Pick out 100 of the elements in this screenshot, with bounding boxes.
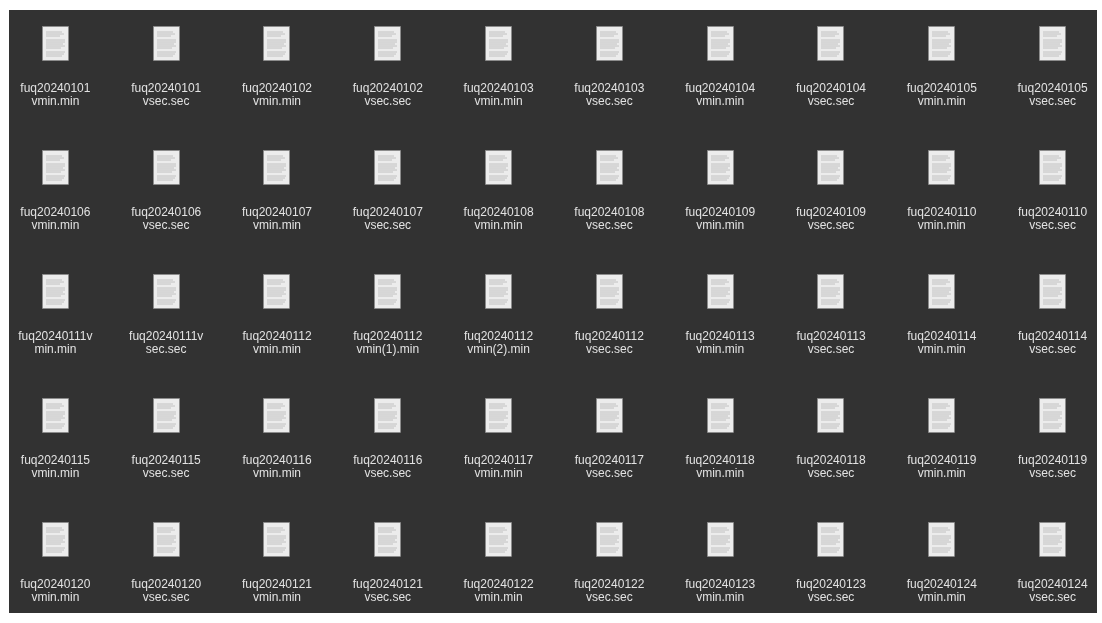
file-name[interactable]: fuq20240112 vmin.min: [242, 330, 312, 356]
file-name[interactable]: fuq20240107 vsec.sec: [352, 206, 423, 232]
file-name[interactable]: fuq20240112 vmin(1).min: [353, 330, 423, 356]
file-name[interactable]: fuq20240114 vmin.min: [907, 330, 977, 356]
document-icon: [485, 150, 513, 185]
file-name[interactable]: fuq20240106 vsec.sec: [131, 206, 202, 232]
file-name[interactable]: fuq20240115 vsec.sec: [131, 454, 201, 480]
file-name[interactable]: fuq20240116 vsec.sec: [353, 454, 423, 480]
document-icon: [817, 150, 845, 185]
document-icon: [152, 150, 180, 185]
file-name[interactable]: fuq20240116 vmin.min: [242, 454, 312, 480]
document-icon: [928, 522, 956, 557]
document-icon: [41, 398, 69, 433]
document-icon: [595, 274, 623, 309]
document-icon: [41, 522, 69, 557]
file-name[interactable]: fuq20240123 vmin.min: [685, 578, 756, 604]
file-name[interactable]: fuq20240119 vsec.sec: [1017, 454, 1088, 480]
document-icon: [41, 274, 69, 309]
file-name[interactable]: fuq20240120 vsec.sec: [131, 578, 202, 604]
document-icon: [595, 398, 623, 433]
file-name[interactable]: fuq20240112 vmin(2).min: [464, 330, 534, 356]
file-name[interactable]: fuq20240110 vmin.min: [907, 206, 977, 232]
file-name[interactable]: fuq20240101 vsec.sec: [131, 82, 202, 108]
file-name[interactable]: fuq20240117 vsec.sec: [574, 454, 644, 480]
file-name[interactable]: fuq20240120 vmin.min: [20, 578, 91, 604]
file-name[interactable]: fuq20240111v sec.sec: [129, 330, 204, 356]
document-icon: [928, 398, 956, 433]
file-name[interactable]: fuq20240105 vmin.min: [906, 82, 977, 108]
file-name[interactable]: fuq20240107 vmin.min: [241, 206, 313, 232]
file-name[interactable]: fuq20240105 vsec.sec: [1017, 82, 1088, 108]
document-icon: [374, 274, 402, 309]
document-icon: [1039, 522, 1067, 557]
document-icon: [706, 274, 734, 309]
document-icon: [928, 150, 956, 185]
document-icon: [706, 26, 734, 61]
document-icon: [374, 26, 402, 61]
file-name[interactable]: fuq20240122 vmin.min: [463, 578, 534, 604]
file-name[interactable]: fuq20240101 vmin.min: [20, 82, 91, 108]
document-icon: [1039, 26, 1067, 61]
document-icon: [706, 522, 734, 557]
file-name[interactable]: fuq20240115 vmin.min: [20, 454, 90, 480]
document-icon: [485, 26, 513, 61]
file-name[interactable]: fuq20240118 vmin.min: [685, 454, 755, 480]
file-name[interactable]: fuq20240106 vmin.min: [20, 206, 91, 232]
document-icon: [263, 398, 291, 433]
file-name[interactable]: fuq20240111v min.min: [18, 330, 93, 356]
file-name[interactable]: fuq20240113 vmin.min: [685, 330, 755, 356]
document-icon: [817, 26, 845, 61]
file-name[interactable]: fuq20240118 vsec.sec: [796, 454, 866, 480]
document-icon: [263, 26, 291, 61]
file-name[interactable]: fuq20240124 vsec.sec: [1017, 578, 1088, 604]
file-name[interactable]: fuq20240110 vsec.sec: [1017, 206, 1088, 232]
file-name[interactable]: fuq20240108 vmin.min: [463, 206, 534, 232]
document-icon: [263, 522, 291, 557]
document-icon: [595, 26, 623, 61]
file-name[interactable]: fuq20240113 vsec.sec: [796, 330, 866, 356]
document-icon: [41, 150, 69, 185]
document-icon: [152, 522, 180, 557]
file-name[interactable]: fuq20240102 vmin.min: [241, 82, 313, 108]
document-icon: [817, 522, 845, 557]
document-icon: [263, 150, 291, 185]
document-icon: [817, 398, 845, 433]
document-icon: [595, 150, 623, 185]
document-icon: [706, 150, 734, 185]
document-icon: [1039, 398, 1067, 433]
document-icon: [152, 26, 180, 61]
document-icon: [41, 26, 69, 61]
file-name[interactable]: fuq20240109 vmin.min: [685, 206, 756, 232]
document-icon: [485, 522, 513, 557]
document-icon: [928, 274, 956, 309]
document-icon: [817, 274, 845, 309]
document-icon: [1039, 150, 1067, 185]
document-icon: [928, 26, 956, 61]
file-name[interactable]: fuq20240121 vmin.min: [241, 578, 313, 604]
document-icon: [263, 274, 291, 309]
file-name[interactable]: fuq20240108 vsec.sec: [574, 206, 645, 232]
document-icon: [374, 398, 402, 433]
document-icon: [595, 522, 623, 557]
file-name[interactable]: fuq20240102 vsec.sec: [352, 82, 423, 108]
file-name[interactable]: fuq20240104 vmin.min: [685, 82, 756, 108]
file-name[interactable]: fuq20240112 vsec.sec: [574, 330, 644, 356]
file-name[interactable]: fuq20240114 vsec.sec: [1017, 330, 1088, 356]
file-name[interactable]: fuq20240117 vmin.min: [464, 454, 534, 480]
document-icon: [374, 522, 402, 557]
file-name[interactable]: fuq20240124 vmin.min: [906, 578, 977, 604]
file-name[interactable]: fuq20240121 vsec.sec: [352, 578, 423, 604]
document-icon: [152, 398, 180, 433]
document-icon: [485, 274, 513, 309]
file-name[interactable]: fuq20240104 vsec.sec: [795, 82, 866, 108]
file-name[interactable]: fuq20240122 vsec.sec: [574, 578, 645, 604]
document-icon: [374, 150, 402, 185]
document-icon: [485, 398, 513, 433]
document-icon: [1039, 274, 1067, 309]
file-name[interactable]: fuq20240103 vmin.min: [463, 82, 534, 108]
file-name[interactable]: fuq20240119 vmin.min: [907, 454, 977, 480]
file-name[interactable]: fuq20240109 vsec.sec: [795, 206, 866, 232]
file-name[interactable]: fuq20240123 vsec.sec: [795, 578, 866, 604]
document-icon: [152, 274, 180, 309]
document-icon: [706, 398, 734, 433]
file-name[interactable]: fuq20240103 vsec.sec: [574, 82, 645, 108]
